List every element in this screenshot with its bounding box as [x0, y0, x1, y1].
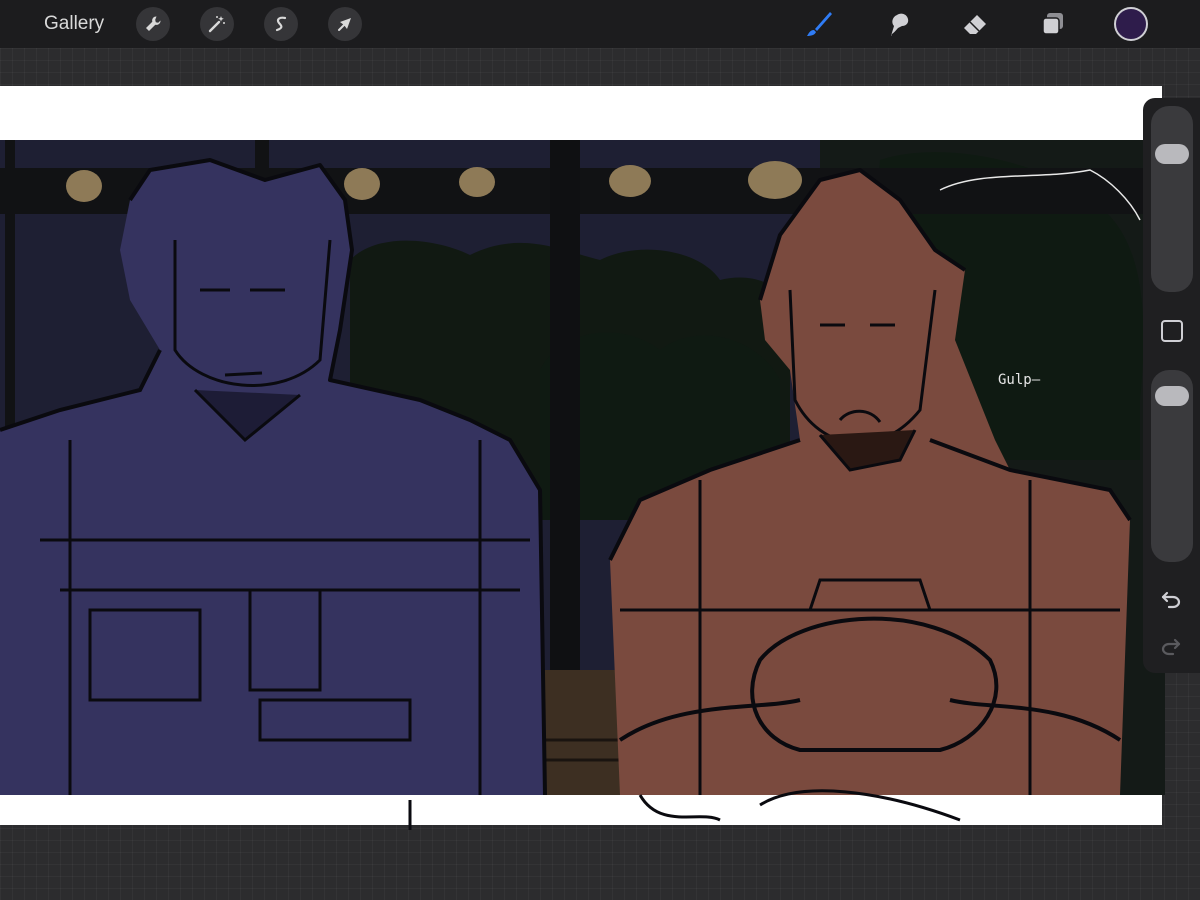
- transform-arrow-icon[interactable]: [328, 7, 362, 41]
- window-post-2: [550, 140, 580, 700]
- gulp-text: Gulp—: [998, 372, 1041, 388]
- color-swatch[interactable]: [1114, 7, 1148, 41]
- artwork-canvas[interactable]: Gulp—: [0, 140, 1165, 830]
- brush-size-slider[interactable]: [1151, 106, 1193, 292]
- modify-button[interactable]: [1161, 320, 1183, 342]
- cabin-light-3: [459, 167, 495, 197]
- undo-icon[interactable]: [1156, 584, 1186, 614]
- left-mouth: [224, 371, 263, 377]
- top-toolbar: Gallery: [0, 0, 1200, 48]
- cabin-light-1: [66, 170, 102, 202]
- procreate-app: Gallery Gulp—: [0, 0, 1200, 900]
- gallery-button[interactable]: Gallery: [44, 12, 104, 36]
- redo-icon[interactable]: [1156, 631, 1186, 661]
- adjustments-wand-icon[interactable]: [200, 7, 234, 41]
- opacity-slider[interactable]: [1151, 370, 1193, 562]
- actions-wrench-icon[interactable]: [136, 7, 170, 41]
- brush-size-thumb[interactable]: [1155, 144, 1189, 164]
- side-toolbar: [1143, 98, 1200, 673]
- opacity-thumb[interactable]: [1155, 385, 1189, 406]
- selection-s-icon[interactable]: [264, 7, 298, 41]
- smudge-icon[interactable]: [880, 6, 916, 42]
- cabin-light-4: [609, 165, 651, 197]
- cabin-light-5: [748, 161, 802, 199]
- layers-icon[interactable]: [1035, 6, 1071, 42]
- eraser-icon[interactable]: [957, 6, 993, 42]
- lower-sketch-lines: [408, 789, 961, 830]
- window-post-1: [5, 140, 15, 440]
- cabin-light-2: [344, 168, 380, 200]
- brush-icon[interactable]: [801, 6, 837, 42]
